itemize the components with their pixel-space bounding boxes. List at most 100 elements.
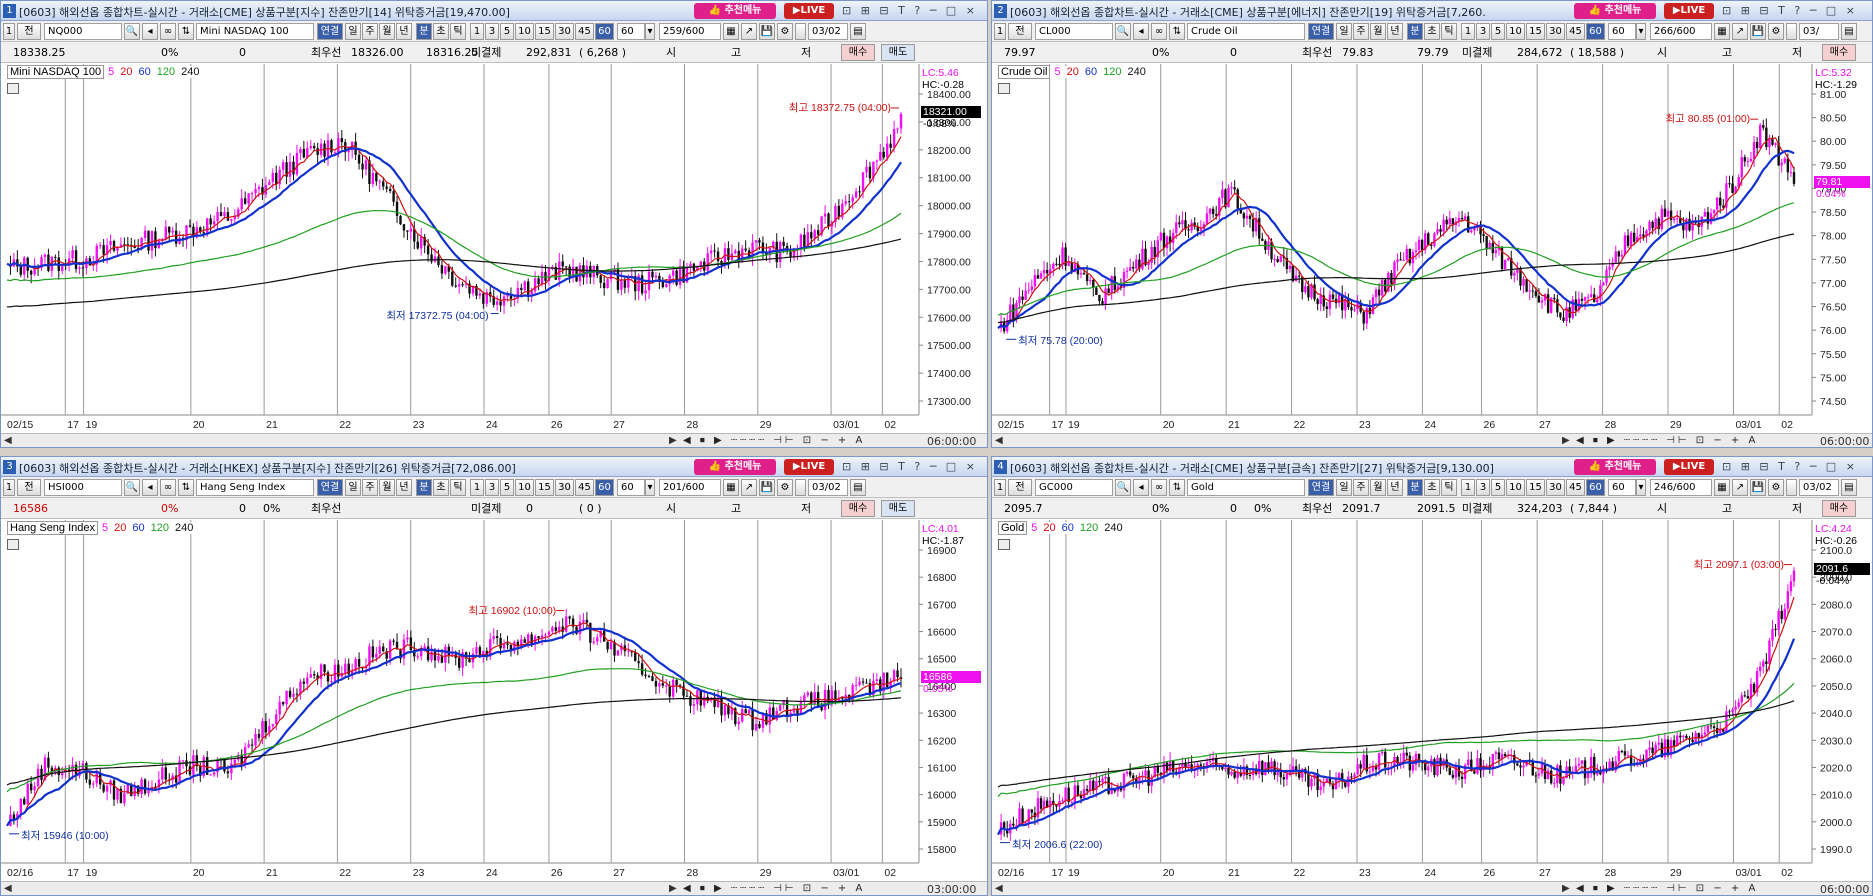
interval-button-3[interactable]: 3 xyxy=(485,23,499,40)
period-button-3[interactable]: 년 xyxy=(396,479,412,496)
calendar-icon[interactable]: ▤ xyxy=(850,23,866,40)
symbol-code-input[interactable]: CL000 xyxy=(1035,23,1113,40)
interval-button-5[interactable]: 5 xyxy=(500,23,514,40)
search-icon[interactable]: 🔍 xyxy=(124,23,140,40)
gear-icon[interactable]: ⚙ xyxy=(777,479,793,496)
period-button-3[interactable]: 년 xyxy=(396,23,412,40)
price-chart[interactable]: 18400.00 18300.00 18200.00 18100.00 18000.00… xyxy=(1,64,987,433)
unit-button-0[interactable]: 분 xyxy=(1407,479,1423,496)
grid-icon[interactable]: ▦ xyxy=(723,23,739,40)
link-icon[interactable]: ∞ xyxy=(160,23,176,40)
recommend-menu-button[interactable]: 👍 추천메뉴 xyxy=(694,3,776,19)
speaker-icon[interactable]: ◂ xyxy=(142,23,158,40)
buy-button[interactable]: 매수 xyxy=(1822,500,1856,517)
scroll-left-icon[interactable]: ◀ xyxy=(995,435,1003,446)
period-button-2[interactable]: 월 xyxy=(379,479,395,496)
grid-icon[interactable]: ▦ xyxy=(1714,23,1730,40)
speaker-icon[interactable]: ◂ xyxy=(1133,23,1149,40)
settings-icon[interactable]: ↗ xyxy=(741,479,757,496)
interval-button-5[interactable]: 5 xyxy=(1491,479,1505,496)
unit-button-2[interactable]: 틱 xyxy=(1441,23,1457,40)
interval-select[interactable]: 60 xyxy=(617,23,645,40)
interval-button-1[interactable]: 1 xyxy=(1461,23,1475,40)
window-title-bar[interactable]: 3 [0603] 해외선옵 종합차트-실시간 - 거래소[HKEX] 상품구분[지… xyxy=(1,457,987,477)
chart-scrollbar[interactable]: ◀ ▶ ◀ ⏹ ▶ ┈┈┈┈ ⊣⊢ ⊡ − + A 06:00:00 xyxy=(992,433,1872,447)
live-button[interactable]: ▶LIVE xyxy=(784,459,834,475)
symbol-code-input[interactable]: HSI000 xyxy=(44,479,122,496)
interval-button-3[interactable]: 3 xyxy=(1476,479,1490,496)
symbol-name-field[interactable]: Gold xyxy=(1187,479,1305,496)
interval-button-60[interactable]: 60 xyxy=(1586,479,1605,496)
interval-button-5[interactable]: 5 xyxy=(500,479,514,496)
period-button-0[interactable]: 일 xyxy=(345,479,361,496)
chart-nav-controls[interactable]: ◀ ⏹ ▶ ┈┈┈┈ ⊣⊢ ⊡ − + A xyxy=(683,883,865,894)
chevron-down-icon[interactable]: ▾ xyxy=(645,479,655,496)
interval-button-15[interactable]: 15 xyxy=(1526,23,1545,40)
window-title-bar[interactable]: 4 [0603] 해외선옵 종합차트-실시간 - 거래소[CME] 상품구분[금속… xyxy=(992,457,1872,477)
live-button[interactable]: ▶LIVE xyxy=(784,3,834,19)
sort-icon[interactable]: ⇅ xyxy=(178,479,194,496)
chart-scrollbar[interactable]: ◀ ▶ ◀ ⏹ ▶ ┈┈┈┈ ⊣⊢ ⊡ − + A 03:00:00 xyxy=(1,881,987,895)
gear-icon[interactable]: ⚙ xyxy=(1768,23,1784,40)
gear-icon[interactable]: ⚙ xyxy=(1768,479,1784,496)
scroll-right-icon[interactable]: ▶ xyxy=(669,883,677,894)
scroll-left-icon[interactable]: ◀ xyxy=(4,883,12,894)
window-controls[interactable]: ⊡ ⊞ ⊟ T ? ─ □ × xyxy=(842,3,978,19)
calendar-icon[interactable]: ▤ xyxy=(1841,23,1857,40)
interval-button-10[interactable]: 10 xyxy=(515,23,534,40)
chevron-down-icon[interactable]: ▾ xyxy=(645,23,655,40)
interval-button-1[interactable]: 1 xyxy=(470,23,484,40)
chevron-down-icon[interactable]: ▾ xyxy=(1636,23,1646,40)
recommend-menu-button[interactable]: 👍 추천메뉴 xyxy=(1574,459,1656,475)
date-field[interactable]: 03/02 xyxy=(808,23,848,40)
chart-menu-icon[interactable] xyxy=(7,539,19,550)
period-button-0[interactable]: 일 xyxy=(345,23,361,40)
link-icon[interactable]: ∞ xyxy=(1151,23,1167,40)
gear-icon[interactable]: ⚙ xyxy=(777,23,793,40)
unit-button-1[interactable]: 초 xyxy=(433,23,449,40)
continuous-link-button[interactable]: 연결 xyxy=(317,479,343,496)
window-title-bar[interactable]: 1 [0603] 해외선옵 종합차트-실시간 - 거래소[CME] 상품구분[지수… xyxy=(1,1,987,21)
date-checkbox[interactable] xyxy=(1786,23,1797,40)
buy-button[interactable]: 매수 xyxy=(841,44,875,61)
date-field[interactable]: 03/ xyxy=(1799,23,1839,40)
sell-button[interactable]: 매도 xyxy=(881,500,915,517)
calendar-icon[interactable]: ▤ xyxy=(850,479,866,496)
interval-button-60[interactable]: 60 xyxy=(1586,23,1605,40)
save-icon[interactable]: 💾 xyxy=(1750,23,1766,40)
symbol-code-input[interactable]: NQ000 xyxy=(44,23,122,40)
chart-nav-controls[interactable]: ◀ ⏹ ▶ ┈┈┈┈ ⊣⊢ ⊡ − + A xyxy=(683,435,865,446)
continuous-link-button[interactable]: 연결 xyxy=(1308,23,1334,40)
unit-button-1[interactable]: 초 xyxy=(1424,23,1440,40)
symbol-code-input[interactable]: GC000 xyxy=(1035,479,1113,496)
chart-nav-controls[interactable]: ◀ ⏹ ▶ ┈┈┈┈ ⊣⊢ ⊡ − + A xyxy=(1576,435,1758,446)
interval-button-1[interactable]: 1 xyxy=(470,479,484,496)
live-button[interactable]: ▶LIVE xyxy=(1664,3,1714,19)
settings-icon[interactable]: ↗ xyxy=(1732,23,1748,40)
interval-button-45[interactable]: 45 xyxy=(1566,479,1585,496)
speaker-icon[interactable]: ◂ xyxy=(1133,479,1149,496)
period-button-3[interactable]: 년 xyxy=(1387,23,1403,40)
price-chart[interactable]: 2100.0 2090.0 2080.0 2070.0 2060.0 2050.0 2040… xyxy=(992,520,1872,881)
buy-button[interactable]: 매수 xyxy=(841,500,875,517)
prev-button[interactable]: 전 xyxy=(1008,23,1032,40)
interval-button-30[interactable]: 30 xyxy=(555,23,574,40)
unit-button-0[interactable]: 분 xyxy=(416,479,432,496)
window-controls[interactable]: ⊡ ⊞ ⊟ T ? ─ □ × xyxy=(842,459,978,475)
unit-button-0[interactable]: 분 xyxy=(1407,23,1423,40)
scroll-right-icon[interactable]: ▶ xyxy=(1562,883,1570,894)
live-button[interactable]: ▶LIVE xyxy=(1664,459,1714,475)
unit-button-1[interactable]: 초 xyxy=(433,479,449,496)
interval-button-45[interactable]: 45 xyxy=(1566,23,1585,40)
date-checkbox[interactable] xyxy=(795,23,806,40)
date-field[interactable]: 03/02 xyxy=(1799,479,1839,496)
chart-scrollbar[interactable]: ◀ ▶ ◀ ⏹ ▶ ┈┈┈┈ ⊣⊢ ⊡ − + A 06:00:00 xyxy=(1,433,987,447)
interval-button-3[interactable]: 3 xyxy=(1476,23,1490,40)
period-button-0[interactable]: 일 xyxy=(1336,479,1352,496)
search-icon[interactable]: 🔍 xyxy=(124,479,140,496)
unit-button-2[interactable]: 틱 xyxy=(450,23,466,40)
chart-scrollbar[interactable]: ◀ ▶ ◀ ⏹ ▶ ┈┈┈┈ ⊣⊢ ⊡ − + A 06:00:00 xyxy=(992,881,1872,895)
period-button-3[interactable]: 년 xyxy=(1387,479,1403,496)
interval-select[interactable]: 60 xyxy=(1608,23,1636,40)
bar-count-field[interactable]: 201/600 xyxy=(659,479,721,496)
